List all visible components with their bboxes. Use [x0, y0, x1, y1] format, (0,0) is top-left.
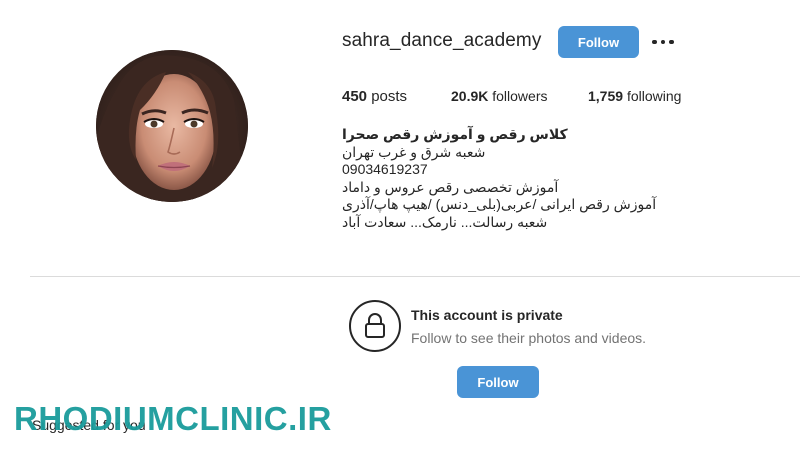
- follow-button[interactable]: Follow: [558, 26, 639, 58]
- private-account-subtitle: Follow to see their photos and videos.: [411, 330, 647, 346]
- posts-count-value: 450: [342, 88, 368, 105]
- following-count-label: following: [626, 88, 682, 104]
- followers-count-value: 20.9K: [451, 88, 489, 104]
- bio-phone: 09034619237: [342, 161, 428, 177]
- private-lock-badge: [349, 300, 401, 352]
- profile-avatar[interactable]: [96, 50, 248, 202]
- follow-button-private[interactable]: Follow: [457, 366, 539, 398]
- bio-line: آموزش رقص ایرانی /عربی(بلی_دنس) /هیپ هاپ…: [342, 196, 657, 212]
- more-options-icon[interactable]: [648, 32, 678, 52]
- section-divider: [30, 276, 800, 277]
- watermark: RHODIUMCLINIC.IR: [14, 400, 332, 437]
- bio-line: آموزش تخصصی رقص عروس و داماد: [342, 178, 559, 195]
- followers-count[interactable]: 20.9K followers: [451, 88, 548, 104]
- bio-line: شعبه رسالت... نارمک... سعادت آباد: [342, 213, 548, 230]
- following-count-value: 1,759: [588, 88, 624, 104]
- posts-count: 450 posts: [342, 88, 407, 105]
- profile-username: sahra_dance_academy: [342, 30, 542, 51]
- profile-bio: کلاس رقص و آموزش رقص صحرا شعبه شرق و غرب…: [342, 126, 662, 231]
- lock-icon: [365, 313, 385, 338]
- followers-count-label: followers: [492, 88, 548, 104]
- private-account-title: This account is private: [411, 307, 563, 323]
- following-count[interactable]: 1,759 following: [588, 88, 681, 104]
- posts-count-label: posts: [371, 88, 408, 105]
- profile-page: sahra_dance_academy Follow 450 posts 20.…: [0, 0, 800, 450]
- bio-line: شعبه شرق و غرب تهران: [342, 143, 486, 160]
- bio-name: کلاس رقص و آموزش رقص صحرا: [342, 126, 568, 142]
- profile-photo: [96, 50, 248, 202]
